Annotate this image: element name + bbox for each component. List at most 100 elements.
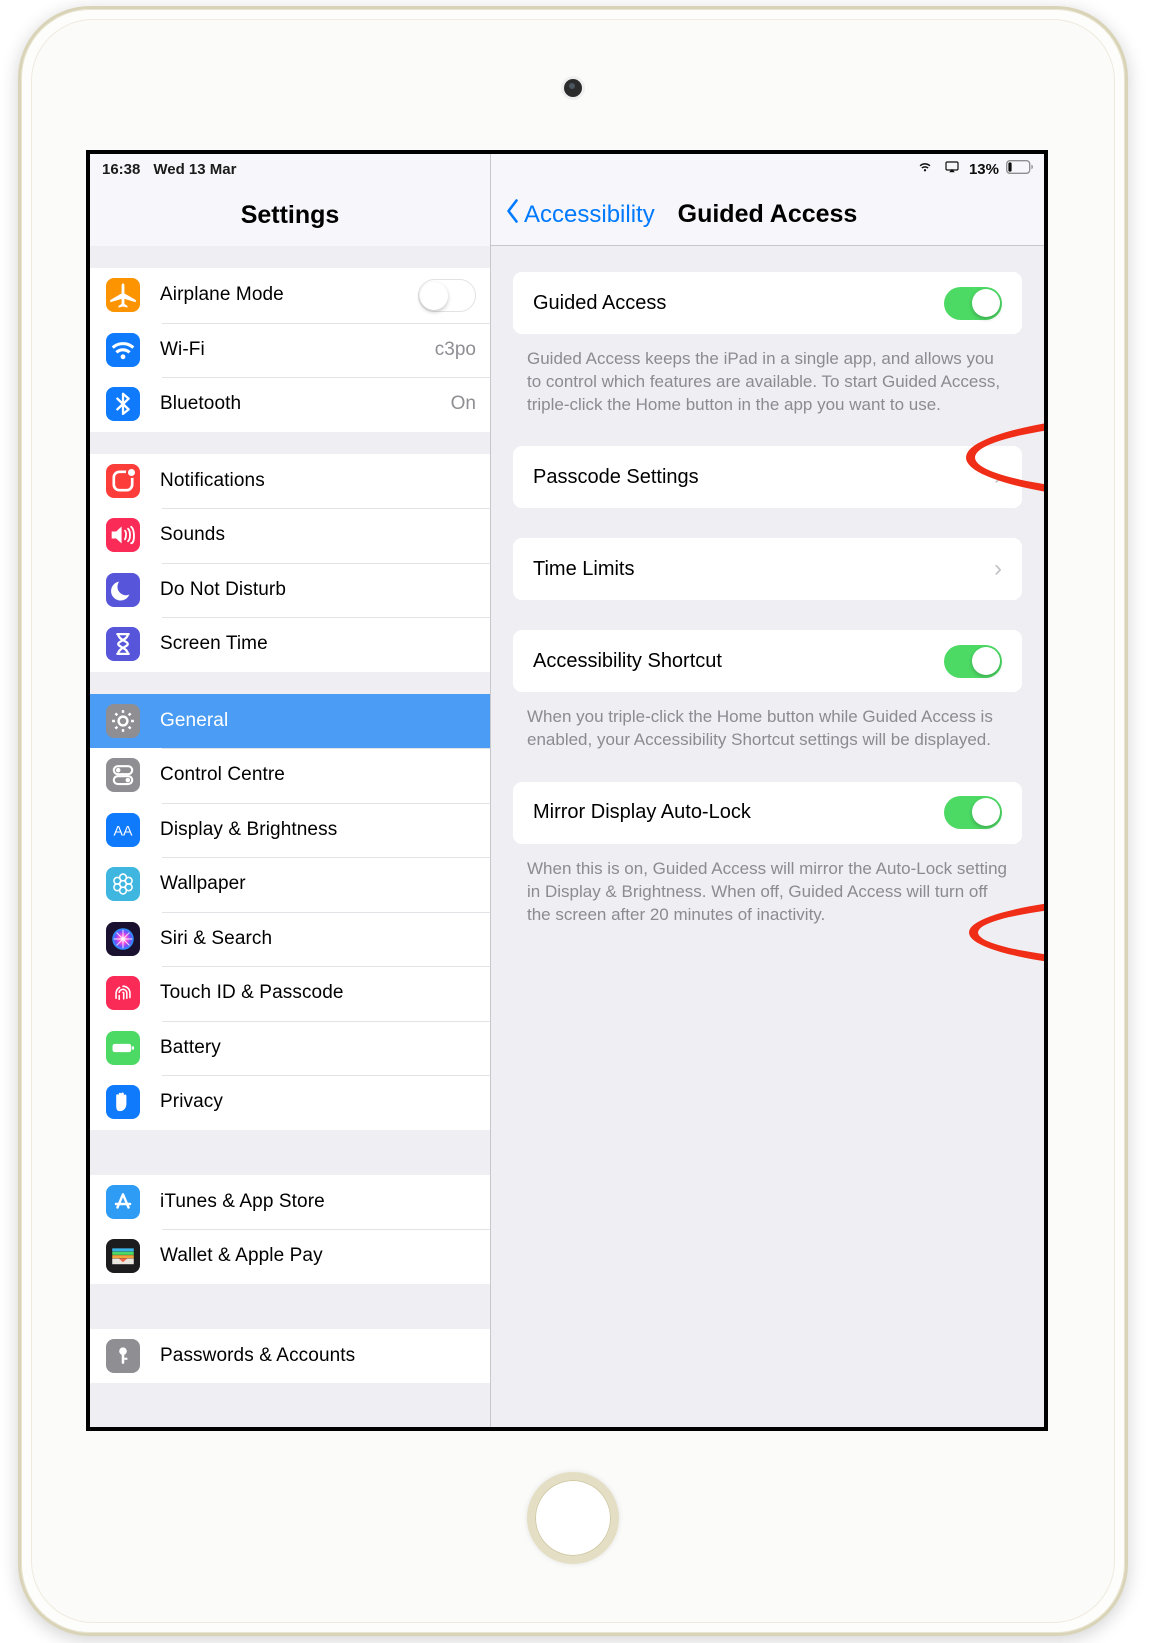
sidebar-item-itunes-app-store[interactable]: iTunes & App Store — [90, 1174, 490, 1229]
status-time: 16:38 — [102, 160, 141, 178]
sidebar-item-battery[interactable]: Battery — [90, 1020, 490, 1075]
sidebar-item-label: Wi-Fi — [160, 338, 205, 360]
sidebar-item-wifi[interactable]: Wi-Fi c3po — [90, 322, 490, 377]
sidebar-item-siri-search[interactable]: Siri & Search — [90, 911, 490, 966]
ipad-device: 16:38 Wed 13 Mar Settings Airplane Mode … — [18, 6, 1128, 1636]
sidebar-item-label: Bluetooth — [160, 393, 242, 415]
sidebar-item-label: Wallpaper — [160, 873, 246, 895]
ipad-screen: 16:38 Wed 13 Mar Settings Airplane Mode … — [90, 154, 1044, 1427]
battery-percent: 13% — [968, 160, 999, 178]
time-limits-label: Time Limits — [533, 557, 635, 580]
accessibility-shortcut-toggle[interactable] — [944, 644, 1002, 678]
mirror-display-auto-lock-row[interactable]: Mirror Display Auto-Lock — [513, 782, 1022, 844]
sidebar-item-sounds[interactable]: Sounds — [90, 508, 490, 563]
toggle-knob — [972, 288, 1000, 317]
sidebar-item-label: General — [160, 709, 229, 731]
status-bar-right: 13% — [491, 154, 1044, 184]
guided-access-footnote: Guided Access keeps the iPad in a single… — [527, 349, 1001, 415]
mirror-display-auto-lock-toggle[interactable] — [944, 796, 1002, 830]
wifi-icon — [915, 159, 935, 179]
control-centre-icon — [106, 758, 140, 793]
chevron-right-icon: › — [994, 555, 1002, 583]
toggle-knob — [972, 646, 1000, 675]
do-not-disturb-icon — [106, 572, 140, 607]
sidebar-item-label: Screen Time — [160, 633, 268, 655]
sidebar-item-label: Display & Brightness — [160, 818, 338, 840]
sidebar-item-passwords-accounts[interactable]: Passwords & Accounts — [90, 1328, 490, 1383]
sidebar-item-label: Airplane Mode — [160, 284, 284, 306]
sidebar-item-notifications[interactable]: Notifications — [90, 453, 490, 508]
screen-time-icon — [106, 627, 140, 662]
accessibility-shortcut-card: Accessibility Shortcut — [513, 630, 1022, 693]
guided-access-row[interactable]: Guided Access — [513, 272, 1022, 334]
mirror-display-auto-lock-footnote: When this is on, Guided Access will mirr… — [527, 858, 1007, 924]
screen-frame: 16:38 Wed 13 Mar Settings Airplane Mode … — [86, 150, 1048, 1431]
touch-id-icon — [106, 976, 140, 1011]
sidebar-title-bar: Settings — [90, 184, 490, 246]
detail-nav-bar: Accessibility Guided Access — [491, 184, 1044, 246]
sidebar-group-accounts: Passwords & Accounts — [90, 1328, 490, 1383]
svg-text:AA: AA — [114, 823, 133, 839]
time-limits-card: Time Limits › — [513, 538, 1022, 601]
sidebar-item-value: On — [450, 393, 476, 415]
airplane-mode-toggle[interactable] — [418, 278, 476, 312]
status-bar-left: 16:38 Wed 13 Mar — [90, 154, 490, 184]
sidebar-item-do-not-disturb[interactable]: Do Not Disturb — [90, 562, 490, 617]
accessibility-shortcut-row[interactable]: Accessibility Shortcut — [513, 630, 1022, 692]
sidebar-group-system: General Control Centre AA Display & Brig… — [90, 693, 490, 1130]
sidebar-item-wallpaper[interactable]: Wallpaper — [90, 857, 490, 912]
sidebar-gap — [90, 431, 490, 454]
home-button[interactable] — [527, 1472, 619, 1564]
sidebar-item-wallet-apple-pay[interactable]: Wallet & Apple Pay — [90, 1229, 490, 1284]
chevron-right-icon: › — [994, 463, 1002, 491]
sidebar-item-label: Do Not Disturb — [160, 578, 286, 600]
wifi-icon — [106, 332, 140, 367]
guided-access-toggle[interactable] — [944, 286, 1002, 320]
sidebar-item-label: Wallet & Apple Pay — [160, 1245, 323, 1267]
sidebar-item-bluetooth[interactable]: Bluetooth On — [90, 377, 490, 432]
settings-sidebar: 16:38 Wed 13 Mar Settings Airplane Mode … — [90, 154, 491, 1427]
status-date: Wed 13 Mar — [153, 160, 237, 178]
passcode-settings-card: Passcode Settings › — [513, 446, 1022, 509]
page-title: Settings — [240, 200, 340, 229]
sidebar-item-screen-time[interactable]: Screen Time — [90, 617, 490, 672]
app-store-icon — [106, 1184, 140, 1219]
sidebar-item-general[interactable]: General — [90, 693, 490, 748]
sidebar-item-label: Battery — [160, 1036, 221, 1058]
guided-access-card: Guided Access — [513, 272, 1022, 334]
sidebar-item-privacy[interactable]: Privacy — [90, 1075, 490, 1130]
sidebar-item-control-centre[interactable]: Control Centre — [90, 748, 490, 803]
back-to-accessibility-button[interactable]: Accessibility — [505, 198, 655, 231]
battery-settings-icon — [106, 1030, 140, 1065]
sidebar-item-label: Notifications — [160, 469, 265, 491]
airplay-icon — [942, 159, 962, 179]
battery-icon — [1006, 160, 1034, 178]
sidebar-item-label: iTunes & App Store — [160, 1190, 325, 1212]
siri-search-icon — [106, 921, 140, 956]
sidebar-item-label: Control Centre — [160, 764, 285, 786]
sidebar-group-alerts: Notifications Sounds Do Not Disturb Scre… — [90, 453, 490, 672]
wallpaper-icon — [106, 867, 140, 902]
sounds-icon — [106, 518, 140, 553]
sidebar-item-display-brightness[interactable]: AA Display & Brightness — [90, 802, 490, 857]
sidebar-scroll-area[interactable]: Airplane Mode Wi-Fi c3po Bluetooth On No… — [90, 246, 490, 1427]
chevron-left-icon — [505, 198, 520, 231]
back-label: Accessibility — [524, 200, 655, 228]
passcode-settings-label: Passcode Settings — [533, 465, 699, 488]
sidebar-group-stores: iTunes & App Store Wallet & Apple Pay — [90, 1174, 490, 1284]
time-limits-row[interactable]: Time Limits › — [513, 538, 1022, 600]
sidebar-item-airplane-mode[interactable]: Airplane Mode — [90, 268, 490, 323]
sidebar-item-label: Sounds — [160, 524, 226, 546]
sidebar-item-touch-id-passcode[interactable]: Touch ID & Passcode — [90, 966, 490, 1021]
passcode-settings-row[interactable]: Passcode Settings › — [513, 446, 1022, 508]
guided-access-detail-pane: 13% Accessibility Guided Access Guided A… — [491, 154, 1044, 1427]
front-camera-icon — [564, 79, 582, 97]
accessibility-shortcut-label: Accessibility Shortcut — [533, 649, 722, 672]
sidebar-gap — [90, 1283, 490, 1329]
privacy-hand-icon — [106, 1085, 140, 1120]
toggle-knob — [972, 798, 1000, 827]
